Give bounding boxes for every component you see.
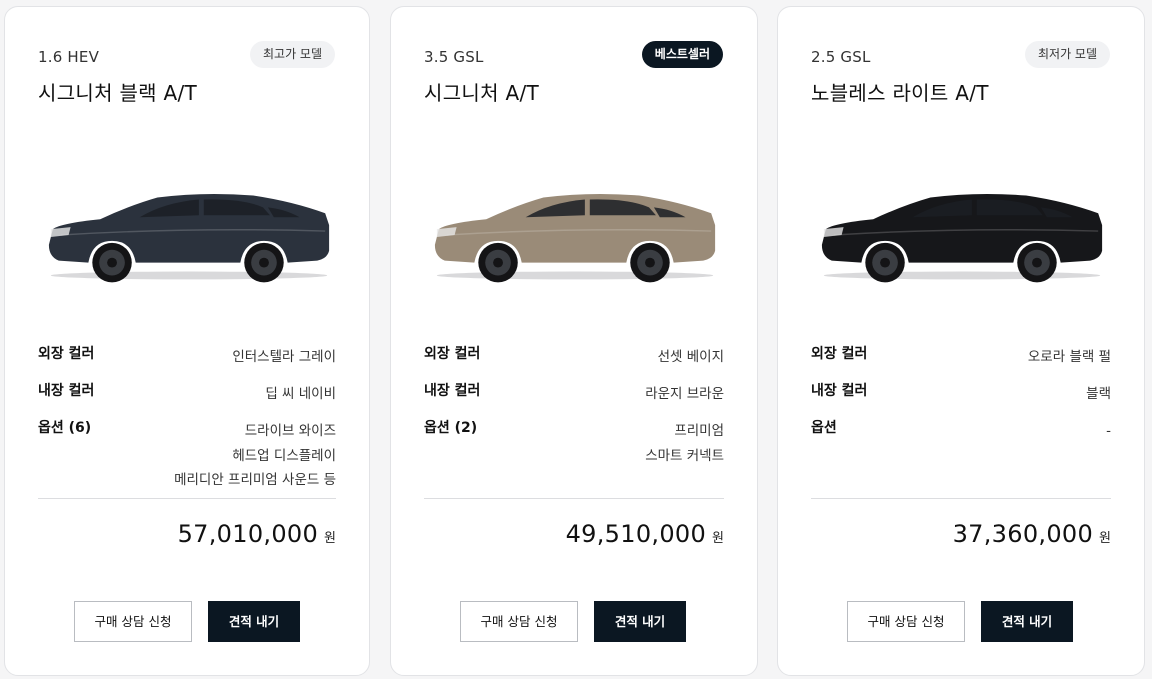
consult-request-button[interactable]: 구매 상담 신청 — [74, 601, 192, 642]
badge-lowest-price: 최저가 모델 — [1024, 41, 1110, 68]
option-item: 프리미엄 — [674, 423, 724, 439]
currency-unit: 원 — [324, 531, 336, 546]
options-list: 드라이브 와이즈 헤드업 디스플레이 메리디안 프리미엄 사운드 등 — [174, 419, 336, 493]
trim-card: 1.6 HEV 시그니처 블랙 A/T 최고가 모델 외장 컬러 인터스텔라 그… — [4, 6, 370, 676]
engine-trim: 3.5 GSL — [424, 48, 484, 66]
get-quote-button[interactable]: 견적 내기 — [594, 601, 686, 642]
car-image — [48, 193, 330, 284]
exterior-color-label: 외장 컬러 — [424, 346, 481, 362]
price: 49,510,000 원 — [566, 520, 724, 548]
price-value: 37,360,000 — [952, 520, 1094, 548]
car-image — [434, 193, 716, 284]
option-item: 메리디안 프리미엄 사운드 등 — [174, 472, 336, 488]
options-label: 옵션 (6) — [38, 420, 92, 436]
options-list: 프리미엄 스마트 커넥트 — [645, 419, 724, 468]
trim-card-list: 1.6 HEV 시그니처 블랙 A/T 최고가 모델 외장 컬러 인터스텔라 그… — [0, 0, 1152, 679]
consult-request-button[interactable]: 구매 상담 신청 — [460, 601, 578, 642]
badge-highest-price: 최고가 모델 — [249, 41, 335, 68]
interior-color-value: 딥 씨 네이비 — [265, 386, 336, 402]
option-item: 스마트 커넥트 — [645, 447, 724, 464]
get-quote-button[interactable]: 견적 내기 — [981, 601, 1073, 642]
exterior-color-label: 외장 컬러 — [811, 346, 868, 362]
options-list: - — [1106, 419, 1111, 444]
badge-bestseller: 베스트셀러 — [641, 41, 723, 68]
exterior-color-value: 인터스텔라 그레이 — [232, 349, 336, 365]
exterior-color-label: 외장 컬러 — [38, 346, 95, 362]
exterior-color-value: 오로라 블랙 펄 — [1027, 349, 1111, 365]
model-name: 시그니처 A/T — [424, 81, 539, 105]
option-item: 드라이브 와이즈 — [244, 423, 336, 439]
options-label: 옵션 — [811, 420, 837, 436]
consult-request-button[interactable]: 구매 상담 신청 — [847, 601, 965, 642]
car-image — [821, 193, 1103, 284]
divider — [38, 498, 336, 499]
options-label: 옵션 (2) — [424, 420, 478, 436]
engine-trim: 2.5 GSL — [811, 48, 871, 66]
interior-color-label: 내장 컬러 — [811, 383, 868, 399]
currency-unit: 원 — [1099, 531, 1111, 546]
model-name: 시그니처 블랙 A/T — [38, 81, 198, 105]
interior-color-label: 내장 컬러 — [38, 383, 95, 399]
option-item: - — [1106, 423, 1111, 439]
price: 57,010,000 원 — [178, 520, 336, 548]
currency-unit: 원 — [712, 531, 724, 546]
trim-card: 3.5 GSL 시그니처 A/T 베스트셀러 외장 컬러 선셋 베이지 내장 컬… — [390, 6, 758, 676]
engine-trim: 1.6 HEV — [38, 48, 100, 66]
divider — [811, 498, 1111, 499]
price: 37,360,000 원 — [953, 520, 1111, 548]
exterior-color-value: 선셋 베이지 — [657, 349, 724, 365]
interior-color-value: 라운지 브라운 — [645, 386, 724, 402]
trim-card: 2.5 GSL 노블레스 라이트 A/T 최저가 모델 외장 컬러 오로라 블랙… — [777, 6, 1145, 676]
divider — [424, 498, 724, 499]
option-item: 헤드업 디스플레이 — [232, 447, 336, 464]
interior-color-label: 내장 컬러 — [424, 383, 481, 399]
price-value: 49,510,000 — [565, 520, 707, 548]
model-name: 노블레스 라이트 A/T — [811, 81, 989, 105]
get-quote-button[interactable]: 견적 내기 — [208, 601, 300, 642]
interior-color-value: 블랙 — [1086, 386, 1111, 402]
price-value: 57,010,000 — [177, 520, 319, 548]
